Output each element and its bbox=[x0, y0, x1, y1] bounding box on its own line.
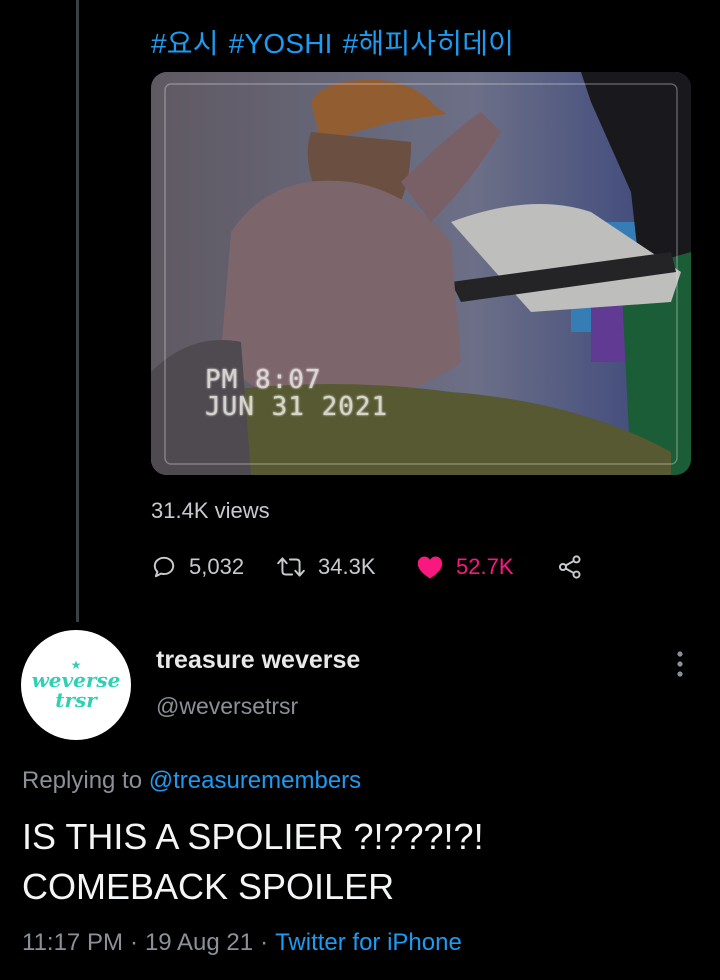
author-display-name[interactable]: treasure weverse bbox=[156, 646, 360, 675]
share-button[interactable] bbox=[556, 554, 584, 580]
tweet-text: IS THIS A SPOLIER ?!???!?! COMEBACK SPOI… bbox=[22, 812, 484, 912]
avatar-logo-text: weverse bbox=[31, 668, 121, 692]
video-player[interactable]: PM 8:07 JUN 31 2021 bbox=[151, 72, 691, 475]
tweet-time[interactable]: 11:17 PM bbox=[22, 929, 123, 956]
like-button[interactable]: 52.7K bbox=[416, 554, 556, 580]
retweet-count: 34.3K bbox=[318, 554, 376, 579]
replying-to-line: Replying to @treasuremembers bbox=[22, 767, 361, 795]
reply-count: 5,032 bbox=[189, 554, 245, 579]
retweet-icon bbox=[277, 557, 305, 577]
separator: · bbox=[260, 929, 269, 956]
tweet-text-line: IS THIS A SPOLIER ?!???!?! bbox=[22, 816, 484, 857]
avatar-logo-subtext: trsr bbox=[55, 688, 97, 712]
author-handle[interactable]: @weversetrsr bbox=[156, 693, 298, 720]
retweet-button[interactable]: 34.3K bbox=[276, 554, 416, 580]
tweet-source-link[interactable]: Twitter for iPhone bbox=[275, 929, 462, 956]
heart-filled-icon bbox=[417, 556, 443, 579]
thread-connector-line bbox=[76, 0, 79, 622]
view-count: 31.4K views bbox=[151, 498, 270, 523]
hashtag-link-yoshi[interactable]: #YOSHI bbox=[229, 28, 333, 59]
tweet-metadata: 11:17 PM · 19 Aug 21 · Twitter for iPhone bbox=[22, 929, 462, 957]
tweet-text-line: COMEBACK SPOILER bbox=[22, 866, 395, 907]
share-icon bbox=[558, 555, 581, 579]
like-count: 52.7K bbox=[456, 554, 514, 579]
hashtag-link-happy-birthday[interactable]: #해피사히데이 bbox=[343, 28, 515, 59]
reply-button[interactable]: 5,032 bbox=[151, 554, 276, 580]
video-date-overlay: PM 8:07 JUN 31 2021 bbox=[205, 365, 389, 422]
separator: · bbox=[129, 929, 138, 956]
avatar[interactable]: ★ weverse trsr bbox=[21, 630, 131, 740]
tweet-date[interactable]: 19 Aug 21 bbox=[145, 929, 253, 956]
hashtag-link-yoshi-kr[interactable]: #요시 bbox=[151, 28, 219, 59]
more-options-icon[interactable] bbox=[666, 646, 694, 682]
replying-to-mention[interactable]: @treasuremembers bbox=[149, 767, 361, 794]
reply-icon bbox=[153, 556, 175, 578]
tweet-action-bar: 5,032 34.3K 52.7K bbox=[151, 550, 584, 584]
hashtag-line: #요시 #YOSHI #해피사히데이 bbox=[151, 22, 524, 62]
replying-to-label: Replying to bbox=[22, 767, 143, 794]
